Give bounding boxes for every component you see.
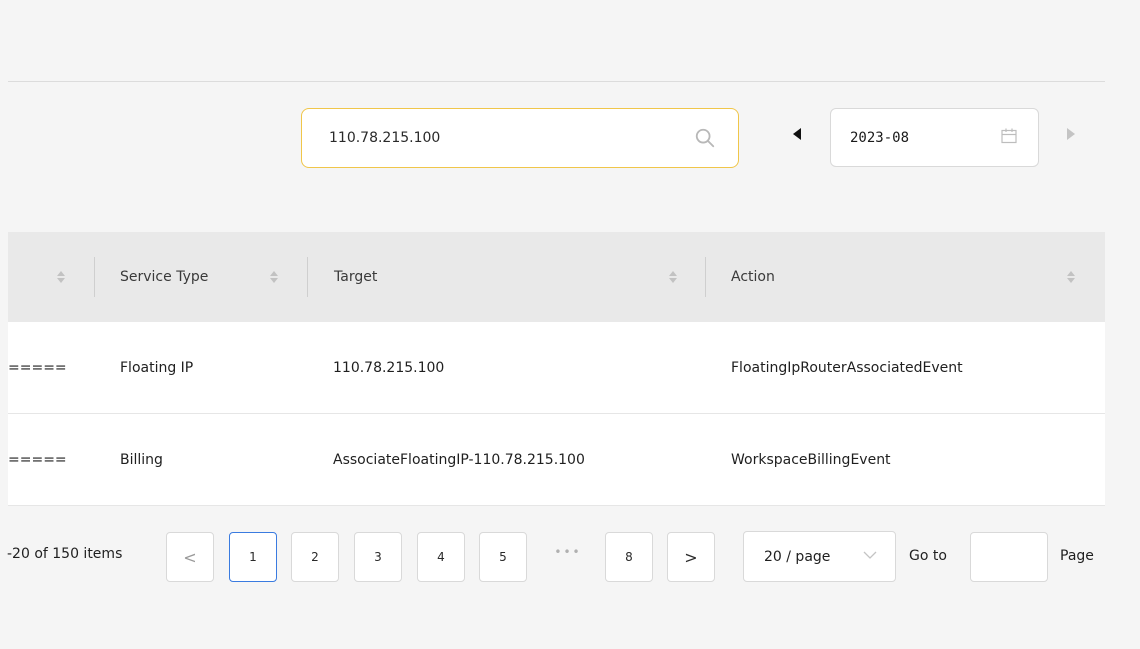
events-table: Service Type Target Action ===== Floatin… (8, 232, 1105, 506)
header-target[interactable]: Target (334, 232, 377, 322)
calendar-icon (1001, 128, 1017, 144)
caret-left-icon (793, 128, 801, 140)
table-row[interactable]: ===== Billing AssociateFloatingIP-110.78… (8, 414, 1105, 506)
prev-month-button[interactable] (790, 126, 804, 142)
top-divider (8, 81, 1105, 82)
page-button-label: 3 (374, 550, 382, 564)
pagination-ellipsis[interactable]: ••• (548, 545, 588, 559)
sort-icon[interactable] (56, 269, 66, 285)
search-input[interactable] (329, 130, 689, 146)
page-button-1[interactable]: 1 (229, 532, 277, 582)
cell-prefix: ===== (8, 360, 67, 376)
search-field[interactable] (301, 108, 739, 168)
prev-page-button[interactable]: < (166, 532, 214, 582)
cell-target: 110.78.215.100 (333, 360, 445, 376)
goto-label: Go to (909, 548, 947, 564)
page-label: Page (1060, 548, 1094, 564)
cell-action: WorkspaceBillingEvent (731, 452, 891, 468)
page-button-label: 4 (437, 550, 445, 564)
prev-page-label: < (183, 547, 197, 567)
header-separator (307, 257, 308, 297)
header-action-label: Action (731, 269, 775, 285)
cell-service-type: Floating IP (120, 360, 194, 376)
header-target-label: Target (334, 269, 378, 285)
header-service-type[interactable]: Service Type (120, 232, 208, 322)
month-picker[interactable]: 2023-08 (830, 108, 1039, 167)
cell-action: FloatingIpRouterAssociatedEvent (731, 360, 963, 376)
cell-target: AssociateFloatingIP-110.78.215.100 (333, 452, 585, 468)
header-separator (94, 257, 95, 297)
cell-service-type: Billing (120, 452, 163, 468)
sort-icon[interactable] (1066, 269, 1076, 285)
cell-prefix: ===== (8, 452, 67, 468)
header-service-type-label: Service Type (120, 269, 209, 285)
goto-page-input[interactable] (970, 532, 1048, 582)
page-size-value: 20 / page (764, 548, 831, 565)
chevron-down-icon (863, 551, 877, 559)
table-header: Service Type Target Action (8, 232, 1105, 322)
header-separator (705, 257, 706, 297)
next-page-label: > (684, 547, 698, 567)
table-row[interactable]: ===== Floating IP 110.78.215.100 Floatin… (8, 322, 1105, 414)
page-size-select[interactable]: 20 / page (743, 531, 896, 582)
pagination: -20 of 150 items < 1 2 3 4 5 ••• 8 > 20 … (0, 531, 1140, 583)
page-button-label: 8 (625, 550, 633, 564)
page-button-4[interactable]: 4 (417, 532, 465, 582)
page-button-5[interactable]: 5 (479, 532, 527, 582)
page-button-label: 2 (311, 550, 319, 564)
page-button-label: 5 (499, 550, 507, 564)
page-button-3[interactable]: 3 (354, 532, 402, 582)
caret-right-icon (1067, 128, 1075, 140)
next-page-button[interactable]: > (667, 532, 715, 582)
pagination-total: -20 of 150 items (7, 546, 123, 562)
page-button-8[interactable]: 8 (605, 532, 653, 582)
page-button-2[interactable]: 2 (291, 532, 339, 582)
page-button-label: 1 (249, 550, 257, 564)
next-month-button[interactable] (1064, 126, 1078, 142)
month-picker-value: 2023-08 (850, 129, 910, 146)
search-icon[interactable] (694, 127, 716, 149)
header-action[interactable]: Action (731, 232, 775, 322)
sort-icon[interactable] (269, 269, 279, 285)
sort-icon[interactable] (668, 269, 678, 285)
